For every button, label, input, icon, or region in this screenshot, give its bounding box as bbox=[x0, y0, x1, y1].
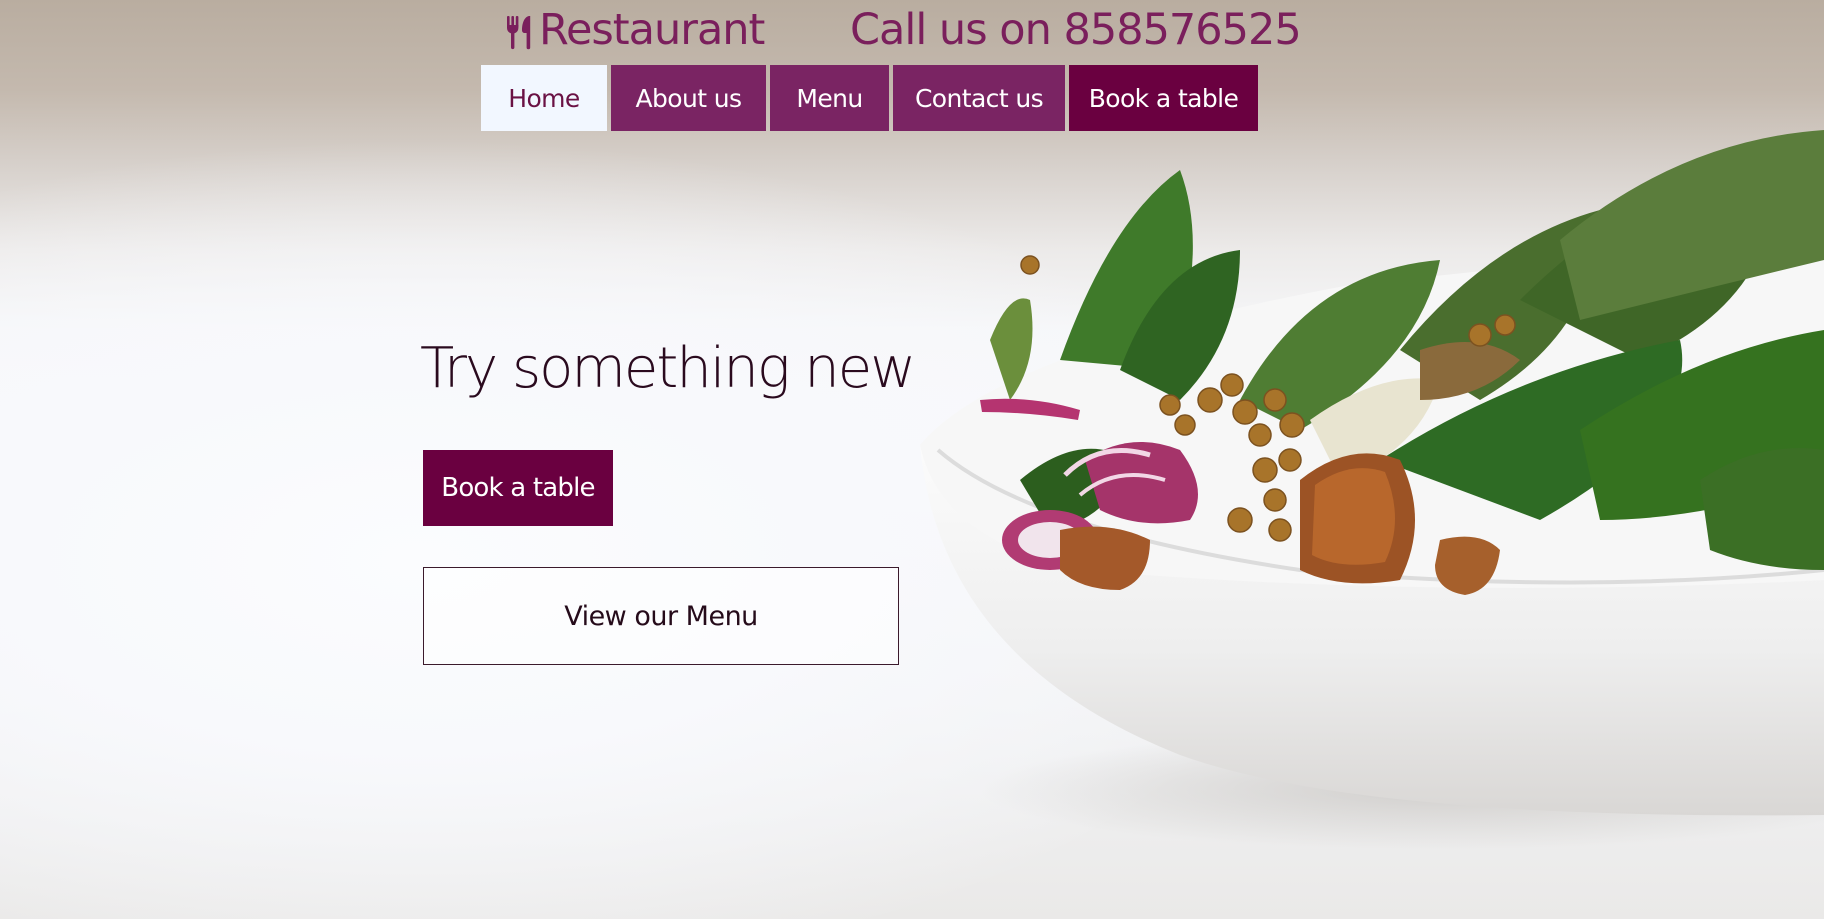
nav-about-us[interactable]: About us bbox=[611, 65, 766, 131]
fork-knife-icon bbox=[505, 11, 535, 50]
nav-menu[interactable]: Menu bbox=[770, 65, 889, 131]
salad-bowl-photo bbox=[880, 100, 1824, 860]
book-a-table-button[interactable]: Book a table bbox=[423, 450, 613, 526]
phone-number[interactable]: Call us on 858576525 bbox=[850, 2, 1302, 58]
nav-home[interactable]: Home bbox=[481, 65, 607, 131]
brand-logo[interactable]: Restaurant bbox=[505, 2, 765, 58]
view-menu-button[interactable]: View our Menu bbox=[423, 567, 899, 665]
hero-title: Try something new bbox=[420, 336, 916, 401]
brand-name: Restaurant bbox=[539, 5, 765, 55]
